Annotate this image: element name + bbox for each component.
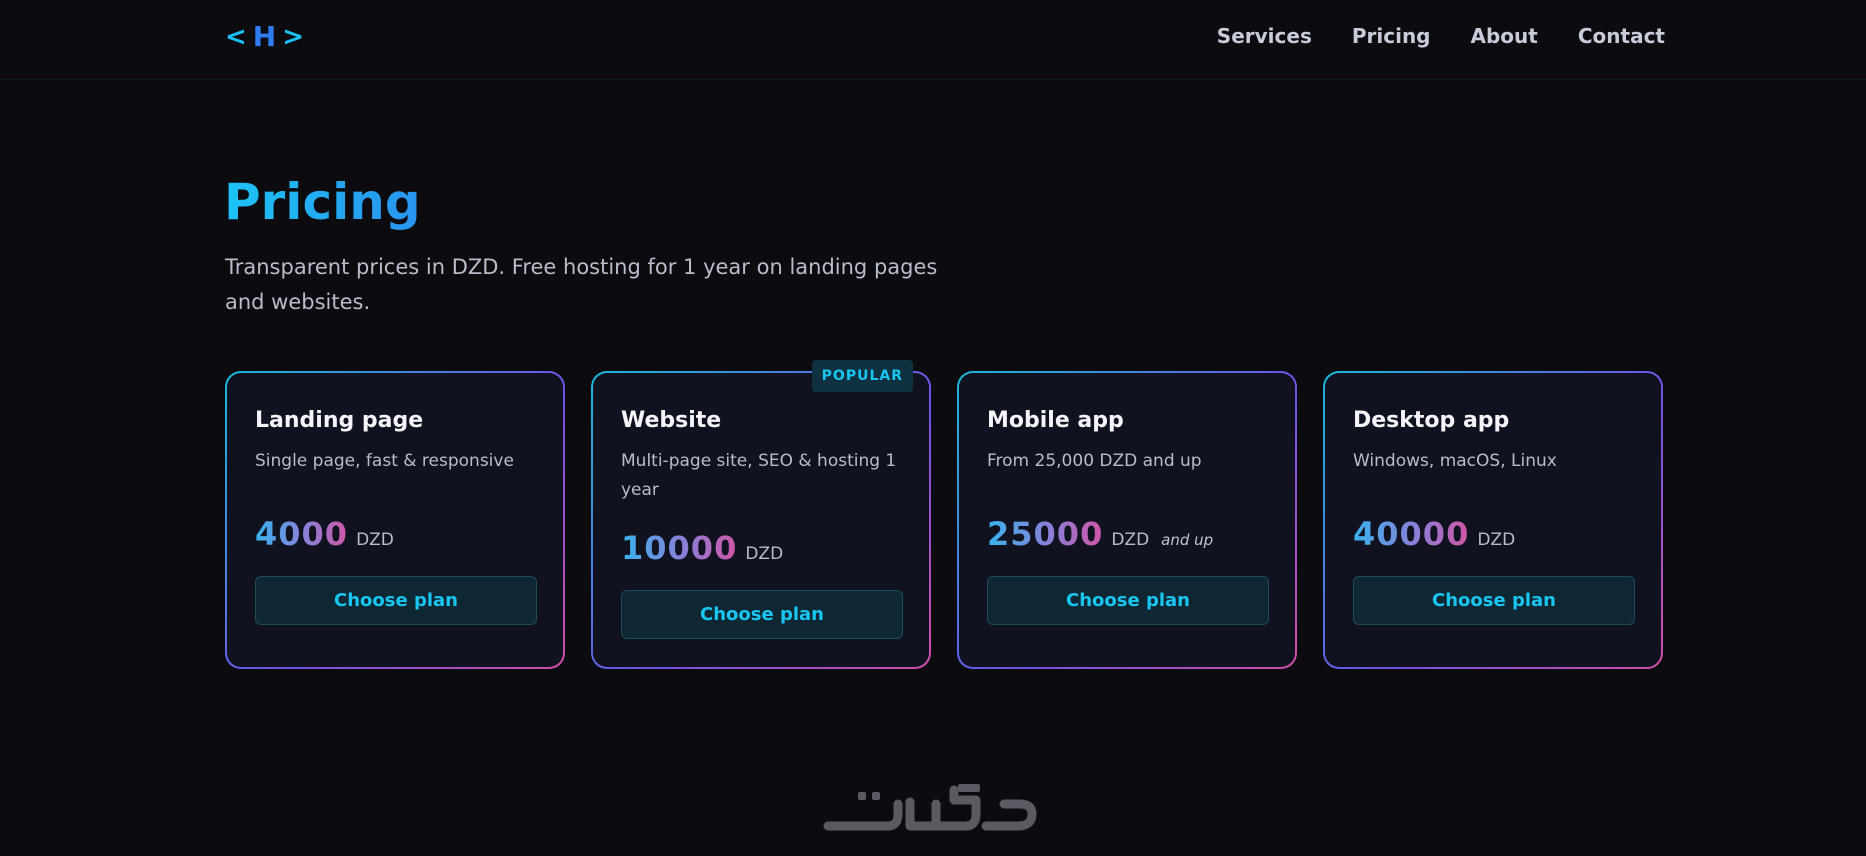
plan-price: 25000 (987, 515, 1104, 553)
khamsat-watermark-logo (823, 784, 1037, 831)
plan-title: Landing page (255, 408, 424, 433)
choose-plan-button[interactable]: Choose plan (987, 576, 1269, 625)
price-row: 10000 DZD (621, 529, 783, 567)
choose-plan-button[interactable]: Choose plan (255, 576, 537, 625)
price-row: 40000 DZD (1353, 515, 1515, 553)
page-title: Pricing (224, 173, 421, 231)
plan-price: 10000 (621, 529, 738, 567)
plan-title: Website (621, 408, 722, 433)
plan-price-suffix: and up (1161, 531, 1214, 549)
logo[interactable]: < H > (225, 20, 304, 54)
pricing-cards: Landing page Single page, fast & respons… (225, 360, 1665, 669)
plan-description: Single page, fast & responsive (255, 451, 514, 471)
pricing-card-website: POPULAR Website Multi-page site, SEO & h… (591, 360, 931, 669)
plan-price: 4000 (255, 515, 349, 553)
nav-link-pricing[interactable]: Pricing (1352, 22, 1431, 50)
logo-left-bracket: < (225, 22, 247, 52)
plan-title: Desktop app (1353, 408, 1510, 433)
page-subtitle: Transparent prices in DZD. Free hosting … (225, 255, 938, 314)
site-header: < H > Services Pricing About Contact (0, 0, 1866, 80)
plan-title: Mobile app (987, 408, 1124, 433)
nav-link-services[interactable]: Services (1217, 22, 1312, 50)
logo-right-bracket: > (282, 22, 305, 52)
plan-currency: DZD (745, 544, 784, 564)
plan-currency: DZD (356, 530, 394, 550)
pricing-card-mobile: Mobile app From 25,000 DZD and up 25000 … (957, 371, 1297, 669)
popular-badge: POPULAR (811, 360, 913, 392)
plan-price: 40000 (1353, 515, 1470, 553)
plan-currency: DZD (1111, 530, 1150, 550)
nav-link-about[interactable]: About (1471, 22, 1538, 50)
choose-plan-button[interactable]: Choose plan (621, 590, 903, 639)
nav-link-contact[interactable]: Contact (1578, 22, 1665, 50)
plan-currency: DZD (1477, 530, 1516, 550)
pricing-card-landing: Landing page Single page, fast & respons… (225, 371, 565, 669)
main-nav: Services Pricing About Contact (1217, 22, 1665, 50)
price-row: 25000 DZD and up (987, 515, 1213, 553)
plan-description: Windows, macOS, Linux (1353, 451, 1557, 471)
pricing-card-desktop: Desktop app Windows, macOS, Linux 40000 … (1323, 371, 1663, 669)
plan-description: Multi-page site, SEO & hosting 1 year (621, 451, 897, 500)
logo-letter: H (252, 20, 277, 53)
plan-description: From 25,000 DZD and up (987, 451, 1202, 471)
price-row: 4000 DZD (255, 515, 394, 553)
choose-plan-button[interactable]: Choose plan (1353, 576, 1635, 625)
